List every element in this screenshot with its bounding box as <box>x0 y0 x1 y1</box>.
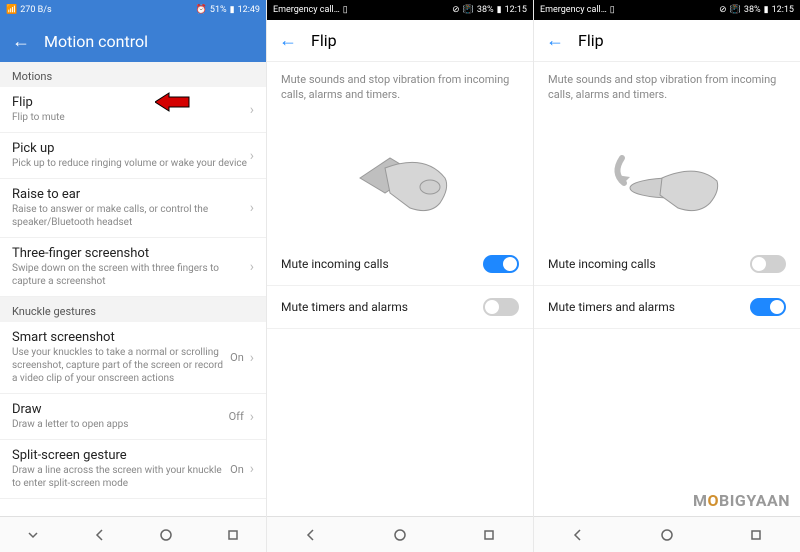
back-icon[interactable]: ← <box>279 30 297 51</box>
nav-back-icon[interactable] <box>93 528 107 542</box>
vibrate-icon: 📳 <box>463 5 474 15</box>
switch-off[interactable] <box>750 255 786 273</box>
nav-home-icon[interactable] <box>660 528 674 542</box>
description-text: Mute sounds and stop vibration from inco… <box>267 62 533 113</box>
item-title: Draw <box>12 402 229 417</box>
clock-text: 12:49 <box>238 5 260 15</box>
item-flip[interactable]: Flip Flip to mute › <box>0 87 266 133</box>
screen-flip-2: Emergency call… ▯ ⊘ 📳 38% ▮ 12:15 ← Flip… <box>534 0 800 552</box>
battery-text: 38% <box>744 5 761 15</box>
item-value: On <box>230 463 244 476</box>
switch-on[interactable] <box>483 255 519 273</box>
title-bar: ← Flip <box>267 20 533 62</box>
vibrate-icon: 📳 <box>730 5 741 15</box>
toggle-label: Mute incoming calls <box>281 257 389 271</box>
dnd-icon: ⊘ <box>452 5 460 15</box>
item-title: Three-finger screenshot <box>12 246 250 261</box>
chevron-right-icon: › <box>250 461 254 477</box>
nav-home-icon[interactable] <box>159 528 173 542</box>
item-subtitle: Raise to answer or make calls, or contro… <box>12 203 250 229</box>
back-icon[interactable]: ← <box>546 30 564 51</box>
emergency-text: Emergency call… <box>273 5 340 15</box>
screen-flip-1: Emergency call… ▯ ⊘ 📳 38% ▮ 12:15 ← Flip… <box>267 0 533 552</box>
item-three-finger-screenshot[interactable]: Three-finger screenshot Swipe down on th… <box>0 238 266 297</box>
item-title: Smart screenshot <box>12 330 230 345</box>
emergency-text: Emergency call… <box>540 5 607 15</box>
nav-expand-icon[interactable] <box>26 528 40 542</box>
navigation-bar <box>267 516 533 552</box>
item-subtitle: Use your knuckles to take a normal or sc… <box>12 346 230 385</box>
item-split-screen-gesture[interactable]: Split-screen gesture Draw a line across … <box>0 440 266 499</box>
sim-icon: ▯ <box>343 5 348 15</box>
toggle-mute-incoming[interactable]: Mute incoming calls <box>267 243 533 286</box>
page-title: Motion control <box>44 32 148 51</box>
item-title: Flip <box>12 95 250 110</box>
chevron-right-icon: › <box>250 148 254 164</box>
nav-recent-icon[interactable] <box>482 528 496 542</box>
item-subtitle: Draw a line across the screen with your … <box>12 464 230 490</box>
switch-off[interactable] <box>483 298 519 316</box>
battery-text: 38% <box>477 5 494 15</box>
signal-icon: 📶 <box>6 5 17 15</box>
toggle-label: Mute incoming calls <box>548 257 656 271</box>
sim-icon: ▯ <box>610 5 615 15</box>
chevron-right-icon: › <box>250 200 254 216</box>
toggle-mute-timers[interactable]: Mute timers and alarms <box>267 286 533 329</box>
title-bar: ← Motion control <box>0 20 266 62</box>
item-value: Off <box>229 410 244 423</box>
status-bar: Emergency call… ▯ ⊘ 📳 38% ▮ 12:15 <box>534 0 800 20</box>
dnd-icon: ⊘ <box>719 5 727 15</box>
section-knuckle-gestures: Knuckle gestures <box>0 297 266 322</box>
alarm-icon: ⏰ <box>196 5 207 15</box>
flip-illustration <box>267 113 533 243</box>
flip-illustration <box>534 113 800 243</box>
clock-text: 12:15 <box>505 5 527 15</box>
section-motions: Motions <box>0 62 266 87</box>
item-subtitle: Swipe down on the screen with three fing… <box>12 262 250 288</box>
toggle-mute-incoming[interactable]: Mute incoming calls <box>534 243 800 286</box>
nav-recent-icon[interactable] <box>226 528 240 542</box>
screen-motion-control: 📶 270 B/s ⏰ 51% ▮ 12:49 ← Motion control… <box>0 0 266 552</box>
toggle-label: Mute timers and alarms <box>281 300 408 314</box>
toggle-label: Mute timers and alarms <box>548 300 675 314</box>
nav-back-icon[interactable] <box>304 528 318 542</box>
item-title: Pick up <box>12 141 250 156</box>
chevron-right-icon: › <box>250 102 254 118</box>
navigation-bar <box>0 516 266 552</box>
signal-speed: 270 B/s <box>20 5 51 15</box>
battery-icon: ▮ <box>764 5 769 15</box>
nav-recent-icon[interactable] <box>749 528 763 542</box>
item-value: On <box>230 351 244 364</box>
page-title: Flip <box>578 31 604 50</box>
title-bar: ← Flip <box>534 20 800 62</box>
toggle-mute-timers[interactable]: Mute timers and alarms <box>534 286 800 329</box>
item-subtitle: Pick up to reduce ringing volume or wake… <box>12 157 250 170</box>
item-smart-screenshot[interactable]: Smart screenshot Use your knuckles to ta… <box>0 322 266 394</box>
watermark: MOBIGYAAN <box>693 491 790 510</box>
clock-text: 12:15 <box>772 5 794 15</box>
switch-on[interactable] <box>750 298 786 316</box>
nav-home-icon[interactable] <box>393 528 407 542</box>
back-icon[interactable]: ← <box>12 31 30 52</box>
item-subtitle: Draw a letter to open apps <box>12 418 229 431</box>
battery-icon: ▮ <box>230 5 235 15</box>
description-text: Mute sounds and stop vibration from inco… <box>534 62 800 113</box>
chevron-right-icon: › <box>250 409 254 425</box>
highlight-arrow-icon <box>155 91 191 117</box>
item-title: Split-screen gesture <box>12 448 230 463</box>
item-draw[interactable]: Draw Draw a letter to open apps Off › <box>0 394 266 440</box>
item-raise-to-ear[interactable]: Raise to ear Raise to answer or make cal… <box>0 179 266 238</box>
status-bar: Emergency call… ▯ ⊘ 📳 38% ▮ 12:15 <box>267 0 533 20</box>
status-bar: 📶 270 B/s ⏰ 51% ▮ 12:49 <box>0 0 266 20</box>
chevron-right-icon: › <box>250 350 254 366</box>
item-title: Raise to ear <box>12 187 250 202</box>
item-subtitle: Flip to mute <box>12 111 250 124</box>
battery-icon: ▮ <box>497 5 502 15</box>
page-title: Flip <box>311 31 337 50</box>
item-pickup[interactable]: Pick up Pick up to reduce ringing volume… <box>0 133 266 179</box>
chevron-right-icon: › <box>250 259 254 275</box>
navigation-bar <box>534 516 800 552</box>
nav-back-icon[interactable] <box>571 528 585 542</box>
battery-text: 51% <box>210 5 227 15</box>
